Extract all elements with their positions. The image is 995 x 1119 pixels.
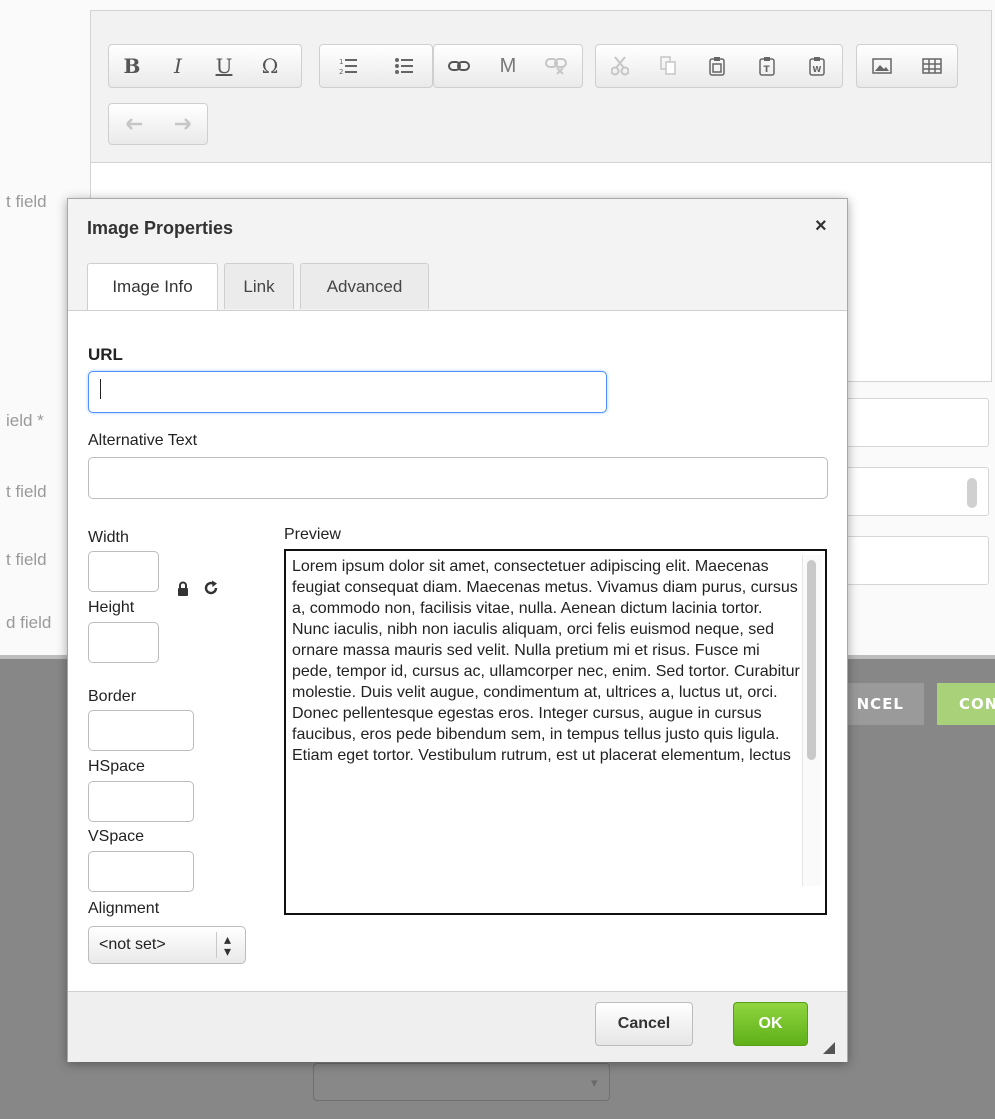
- preview-scroll-thumb[interactable]: [807, 560, 816, 760]
- border-label: Border: [88, 688, 137, 705]
- undo-icon: [109, 107, 158, 141]
- ok-button[interactable]: OK: [733, 1002, 808, 1046]
- tab-link[interactable]: Link: [224, 263, 294, 309]
- vspace-label: VSpace: [88, 828, 145, 845]
- close-icon[interactable]: ×: [815, 215, 827, 238]
- bulleted-list-icon[interactable]: [376, 49, 432, 83]
- dialog-title: Image Properties: [87, 218, 234, 238]
- list-group: 12: [319, 44, 433, 88]
- alignment-select[interactable]: <not set> ▴ ▾: [88, 926, 246, 964]
- field-scroll-handle: [967, 478, 977, 508]
- resize-handle-icon[interactable]: [823, 1042, 835, 1054]
- chevron-down-icon: ▾: [591, 1075, 598, 1090]
- preview-label: Preview: [284, 526, 341, 543]
- alt-text-label: Alternative Text: [88, 432, 198, 449]
- updown-arrows-icon: ▴ ▾: [224, 931, 232, 959]
- svg-text:2: 2: [339, 68, 343, 76]
- dialog-title-bar[interactable]: Image Properties ×: [68, 199, 847, 255]
- cancel-button[interactable]: Cancel: [595, 1002, 693, 1046]
- paste-icon[interactable]: [692, 49, 742, 83]
- width-label: Width: [88, 529, 129, 546]
- italic-icon[interactable]: I: [155, 49, 201, 83]
- border-input[interactable]: [88, 710, 194, 751]
- link-icon[interactable]: [434, 49, 484, 83]
- lock-ratio-icon[interactable]: [177, 581, 189, 601]
- bold-icon[interactable]: B: [109, 49, 155, 83]
- background-select[interactable]: ▾: [313, 1063, 610, 1101]
- alt-text-input[interactable]: [88, 457, 828, 499]
- preview-text: Lorem ipsum dolor sit amet, consectetuer…: [292, 558, 800, 764]
- basic-styles-group: B I U Ω: [108, 44, 302, 88]
- width-input[interactable]: [88, 551, 159, 592]
- paste-word-icon[interactable]: W: [792, 49, 842, 83]
- image-icon[interactable]: [857, 49, 907, 83]
- editor-toolbar: B I U Ω 12 M T W: [91, 11, 991, 163]
- svg-text:1: 1: [339, 58, 343, 66]
- table-icon[interactable]: [907, 49, 957, 83]
- field-label: t field: [6, 192, 47, 211]
- paste-text-icon[interactable]: T: [742, 49, 792, 83]
- select-divider: [216, 932, 217, 958]
- height-label: Height: [88, 599, 135, 616]
- numbered-list-icon[interactable]: 12: [320, 49, 376, 83]
- preview-box[interactable]: Lorem ipsum dolor sit amet, consectetuer…: [284, 549, 827, 915]
- redo-icon: [158, 107, 207, 141]
- url-label: URL: [88, 345, 123, 364]
- unlink-icon: [532, 49, 580, 83]
- text-caret: [100, 379, 101, 399]
- svg-text:T: T: [764, 65, 771, 75]
- alignment-label: Alignment: [88, 900, 160, 917]
- background-confirm-button[interactable]: CON: [937, 683, 995, 725]
- url-input[interactable]: [88, 371, 607, 413]
- field-label: ield *: [6, 411, 44, 430]
- image-properties-dialog: Image Properties × Image Info Link Advan…: [67, 198, 848, 1062]
- svg-text:W: W: [813, 65, 822, 74]
- vspace-input[interactable]: [88, 851, 194, 892]
- hspace-label: HSpace: [88, 758, 145, 775]
- field-label: d field: [6, 613, 52, 632]
- tab-image-info[interactable]: Image Info: [87, 263, 218, 310]
- underline-icon[interactable]: U: [201, 49, 247, 83]
- field-label: t field: [6, 550, 47, 569]
- hspace-input[interactable]: [88, 781, 194, 822]
- copy-icon: [644, 49, 692, 83]
- dialog-footer: Cancel OK: [68, 991, 847, 1062]
- insert-group: [856, 44, 958, 88]
- alignment-value: <not set>: [99, 936, 166, 953]
- reset-size-icon[interactable]: [203, 580, 219, 601]
- dialog-tabs: Image Info Link Advanced: [68, 255, 847, 311]
- anchor-icon[interactable]: M: [484, 49, 532, 83]
- link-group: M: [433, 44, 583, 88]
- field-label: t field: [6, 482, 47, 501]
- clipboard-group: T W: [595, 44, 843, 88]
- tab-advanced[interactable]: Advanced: [300, 263, 429, 309]
- history-group: [108, 103, 208, 145]
- cut-icon: [596, 49, 644, 83]
- special-char-icon[interactable]: Ω: [247, 49, 293, 83]
- height-input[interactable]: [88, 622, 159, 663]
